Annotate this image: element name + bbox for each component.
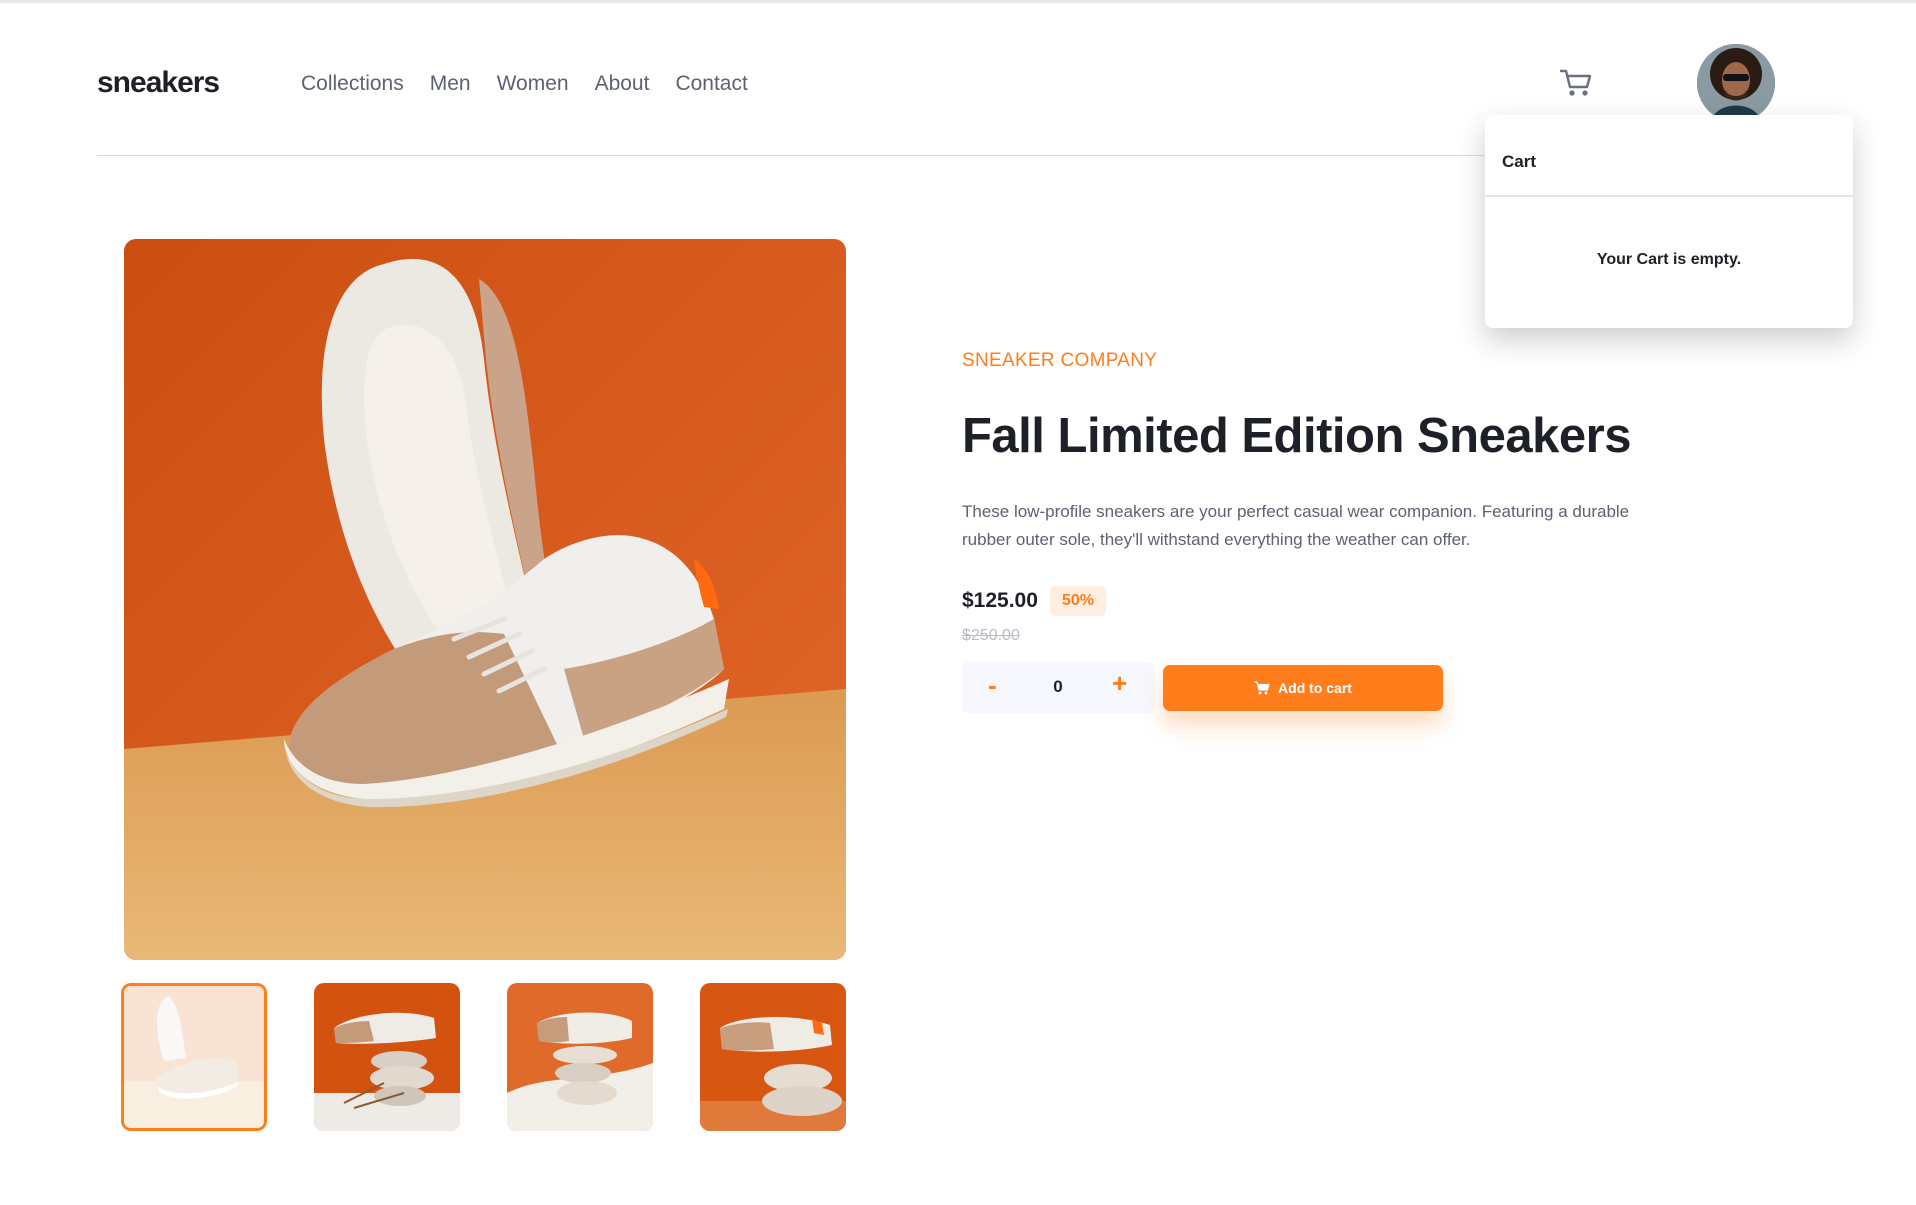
current-price: $125.00 <box>962 589 1038 612</box>
discount-badge: 50% <box>1050 586 1106 616</box>
main-nav: Collections Men Women About Contact <box>301 72 748 96</box>
main-product-image[interactable] <box>124 239 846 960</box>
product-description: These low-profile sneakers are your perf… <box>962 502 1630 549</box>
thumbnail-3[interactable] <box>507 983 653 1131</box>
thumbnail-2[interactable] <box>314 983 460 1131</box>
cart-title: Cart <box>1502 152 1537 171</box>
thumbnail-4[interactable] <box>700 983 846 1131</box>
nav-link-men[interactable]: Men <box>430 72 471 96</box>
nav-link-collections[interactable]: Collections <box>301 72 404 96</box>
cart-divider <box>1485 195 1853 197</box>
thumbnail-1[interactable] <box>121 983 267 1131</box>
header-divider <box>97 155 1487 156</box>
logo[interactable]: sneakers <box>97 66 220 100</box>
thumbnail-strip <box>121 983 846 1133</box>
product-title: Fall Limited Edition Sneakers <box>962 409 1631 463</box>
increase-quantity-button[interactable]: + <box>1112 668 1127 699</box>
add-to-cart-label: Add to cart <box>1278 680 1352 696</box>
quantity-stepper: - 0 + <box>962 662 1154 713</box>
cart-empty-message: Your Cart is empty. <box>1596 251 1742 268</box>
cart-popover: Cart Your Cart is empty. <box>1485 115 1853 328</box>
cart-icon[interactable] <box>1559 68 1593 98</box>
top-border <box>0 0 1916 3</box>
add-to-cart-button[interactable]: Add to cart <box>1163 665 1443 711</box>
nav-link-women[interactable]: Women <box>497 72 569 96</box>
nav-link-about[interactable]: About <box>595 72 650 96</box>
company-label: SNEAKER COMPANY <box>962 350 1158 371</box>
cart-icon <box>1254 681 1270 695</box>
original-price: $250.00 <box>962 627 1020 644</box>
nav-link-contact[interactable]: Contact <box>675 72 747 96</box>
user-avatar[interactable] <box>1697 44 1775 122</box>
